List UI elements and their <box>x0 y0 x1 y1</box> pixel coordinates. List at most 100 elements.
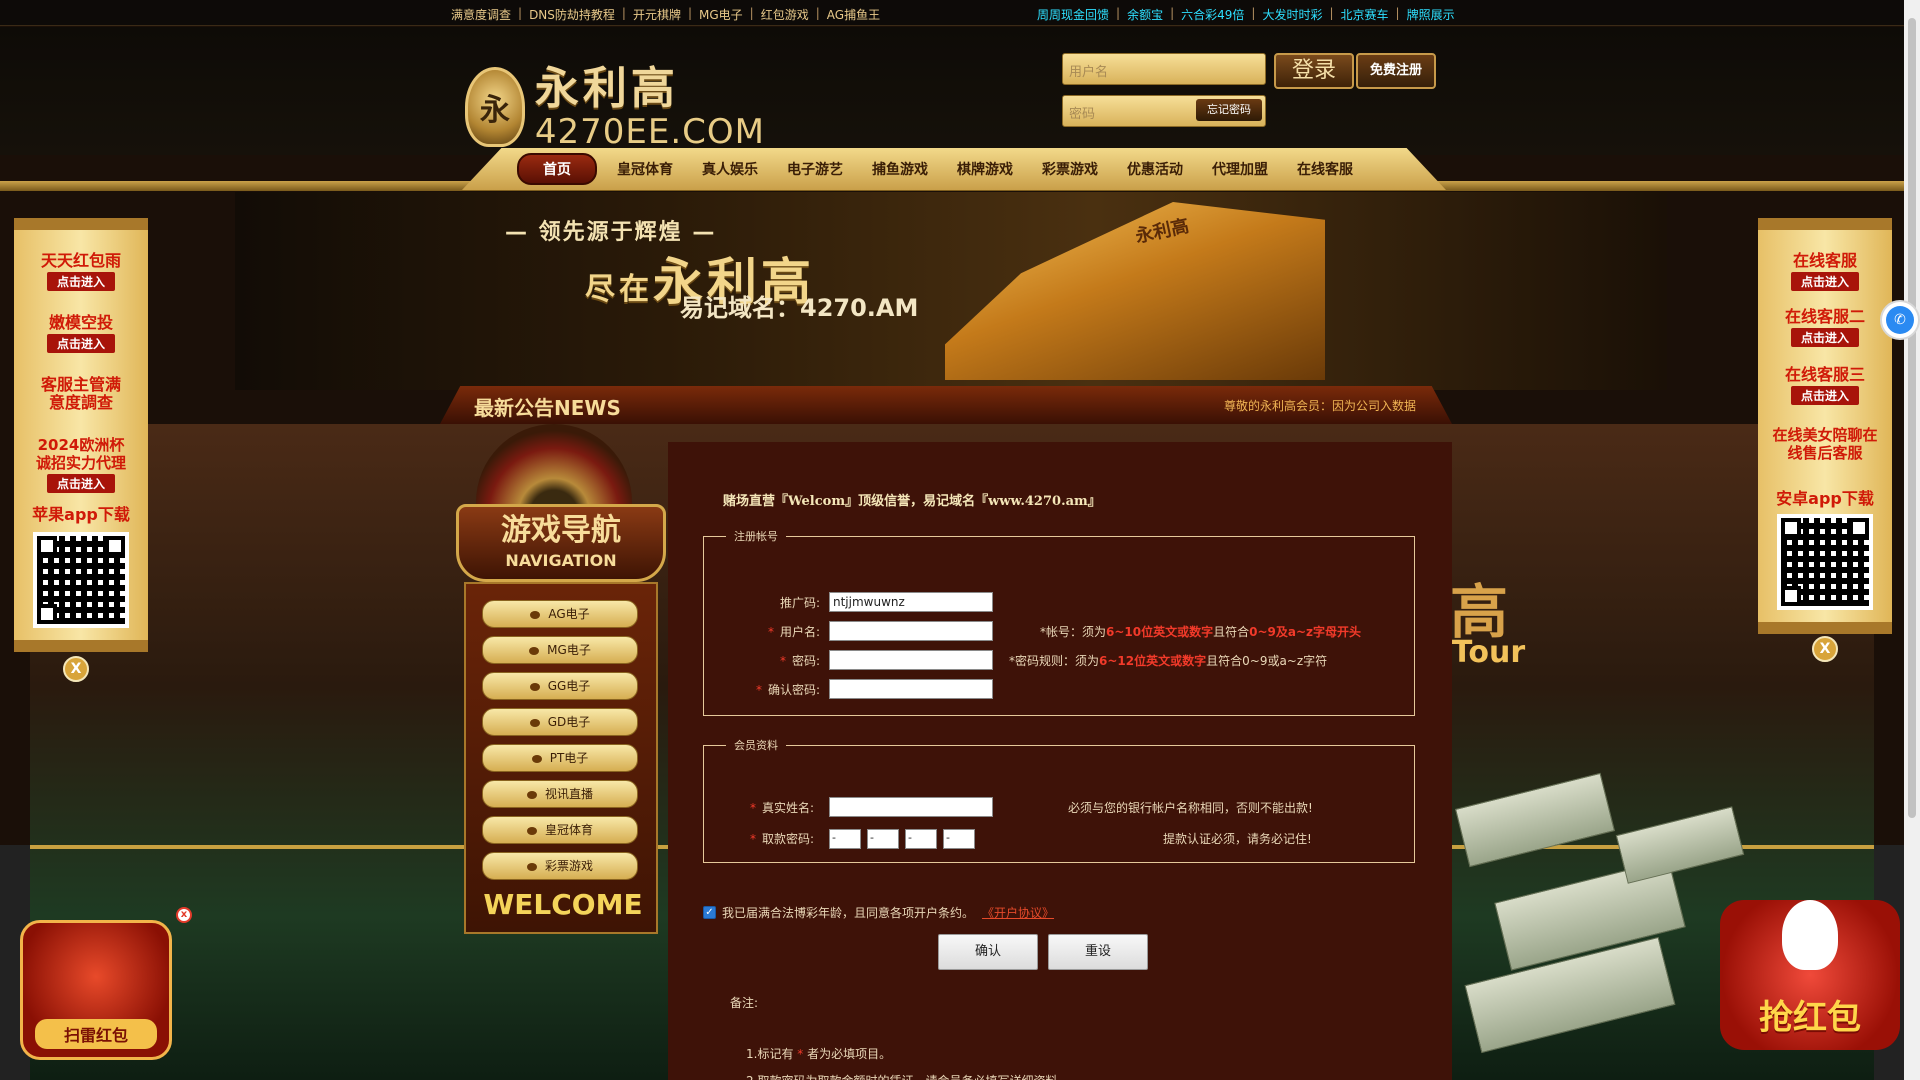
left-item-button[interactable]: 点击进入 <box>46 474 115 493</box>
right-banner-close-icon[interactable]: X <box>1812 636 1838 662</box>
scrollbar-thumb[interactable] <box>1908 18 1916 818</box>
separator: | <box>621 6 626 20</box>
nav-item-home[interactable]: 首页 <box>517 153 597 185</box>
realname-label-text: 真实姓名: <box>762 801 815 815</box>
username-label: * 用户名: <box>768 623 820 640</box>
withdraw-pin-select-1[interactable]: - <box>829 829 861 849</box>
right-item-support-1[interactable]: 在线客服 点击进入 <box>1758 252 1892 291</box>
password-input[interactable] <box>829 650 993 670</box>
withdraw-pin-select-4[interactable]: - <box>943 829 975 849</box>
page-scrollbar[interactable] <box>1904 0 1920 1080</box>
nav-item-support[interactable]: 在线客服 <box>1297 159 1353 179</box>
required-mark: * <box>797 1047 804 1061</box>
username-input[interactable] <box>829 621 993 641</box>
separator: | <box>1116 6 1121 20</box>
game-nav-mg[interactable]: MG电子 <box>482 636 638 664</box>
top-link-yuebao[interactable]: 余额宝 <box>1127 6 1163 23</box>
news-ticker[interactable]: 尊敬的永利高会员：因为公司入数据 <box>1224 397 1416 414</box>
rabbit-icon <box>1782 900 1838 970</box>
top-link-lottery49[interactable]: 六合彩49倍 <box>1181 6 1244 23</box>
nav-item-agent[interactable]: 代理加盟 <box>1212 159 1268 179</box>
left-item-redpack-rain[interactable]: 天天红包雨 点击进入 <box>14 252 148 291</box>
logo-emblem-icon: 永 <box>465 67 525 147</box>
withdraw-pin-select-3[interactable]: - <box>905 829 937 849</box>
right-item-after-sales[interactable]: 在线美女陪聊在线售后客服 <box>1758 426 1892 462</box>
top-link-beijing-racing[interactable]: 北京赛车 <box>1341 6 1389 23</box>
header: 永 永利高 4270EE.COM 用户名 密码 忘记密码 登录 免费注册 <box>0 27 1904 155</box>
left-item-airdrop[interactable]: 嫩模空投 点击进入 <box>14 314 148 353</box>
confirm-password-input[interactable] <box>829 679 993 699</box>
game-nav-live[interactable]: 视讯直播 <box>482 780 638 808</box>
top-link-dafa[interactable]: 大发时时彩 <box>1262 6 1322 23</box>
login-username-input[interactable]: 用户名 <box>1062 53 1266 85</box>
left-item-button[interactable]: 点击进入 <box>46 272 115 291</box>
password-label-text: 密码: <box>792 654 821 668</box>
right-item-support-2[interactable]: 在线客服二 点击进入 <box>1758 308 1892 347</box>
username-label-text: 用户名: <box>780 625 821 639</box>
game-nav-sports[interactable]: 皇冠体育 <box>482 816 638 844</box>
top-link-survey[interactable]: 满意度调查 <box>451 6 511 23</box>
nav-item-live-casino[interactable]: 真人娱乐 <box>702 159 758 179</box>
nav-item-lottery[interactable]: 彩票游戏 <box>1042 159 1098 179</box>
right-item-button[interactable]: 点击进入 <box>1790 386 1859 405</box>
welcome-text: WELCOME <box>483 888 643 921</box>
password-label: * 密码: <box>780 652 820 669</box>
minesweeper-redpack[interactable]: 扫雷红包 <box>20 920 172 1060</box>
top-link-dns[interactable]: DNS防劫持教程 <box>529 6 615 23</box>
referral-input[interactable] <box>829 592 993 612</box>
separator: | <box>518 6 523 20</box>
right-item-label: 在线客服二 <box>1784 307 1865 326</box>
terms-link[interactable]: 《开户协议》 <box>982 904 1054 921</box>
top-link-redpack[interactable]: 红包游戏 <box>761 6 809 23</box>
game-nav-gg[interactable]: GG电子 <box>482 672 638 700</box>
grab-redpack[interactable]: 抢红包 <box>1720 900 1900 1050</box>
top-links-right: 周周现金回馈 | 余额宝 | 六合彩49倍 | 大发时时彩 | 北京赛车 | 牌照展示 <box>1037 6 1455 23</box>
separator: | <box>1395 6 1400 20</box>
hero-banner[interactable]: — 领先源于辉煌 — 尽在永利高 易记域名：4270.AM 永利高 <box>235 192 1667 390</box>
required-mark: * <box>756 683 762 697</box>
left-banner-close-icon[interactable]: X <box>63 656 89 682</box>
top-bar: 满意度调查 | DNS防劫持教程 | 开元棋牌 | MG电子 | 红包游戏 | AG捕鱼王… <box>0 0 1904 26</box>
top-link-cashback[interactable]: 周周现金回馈 <box>1037 6 1109 23</box>
banner-domain: 易记域名：4270.AM <box>680 294 919 322</box>
right-item-support-3[interactable]: 在线客服三 点击进入 <box>1758 366 1892 405</box>
wechat-icon[interactable]: ✆ <box>1880 300 1920 340</box>
right-item-button[interactable]: 点击进入 <box>1790 328 1859 347</box>
separator: | <box>1170 6 1175 20</box>
main-nav: 首页 皇冠体育 真人娱乐 电子游艺 捕鱼游戏 棋牌游戏 彩票游戏 优惠活动 代理… <box>462 148 1446 190</box>
left-redpack-close-icon[interactable]: x <box>176 907 192 923</box>
top-link-ag-fish[interactable]: AG捕鱼王 <box>827 6 880 23</box>
left-side-banner: 天天红包雨 点击进入 嫩模空投 点击进入 客服主管满意度調查 2024欧洲杯诚招… <box>14 218 148 652</box>
notes-title: 备注: <box>730 996 759 1010</box>
left-item-euro-agent[interactable]: 2024欧洲杯诚招实力代理 点击进入 <box>14 436 148 493</box>
agree-checkbox[interactable]: ✓ <box>703 906 716 919</box>
forgot-password-button[interactable]: 忘记密码 <box>1196 99 1262 121</box>
game-nav-subtitle: NAVIGATION <box>505 551 617 570</box>
reset-button[interactable]: 重设 <box>1048 934 1148 970</box>
register-button[interactable]: 免费注册 <box>1356 53 1436 89</box>
nav-item-chess[interactable]: 棋牌游戏 <box>957 159 1013 179</box>
login-button[interactable]: 登录 <box>1274 53 1354 89</box>
withdraw-pin-select-2[interactable]: - <box>867 829 899 849</box>
game-nav-lottery[interactable]: 彩票游戏 <box>482 852 638 880</box>
left-item-button[interactable]: 点击进入 <box>46 334 115 353</box>
left-item-label: 2024欧洲杯诚招实力代理 <box>35 436 126 472</box>
top-link-mg[interactable]: MG电子 <box>699 6 743 23</box>
top-link-kaiyuan[interactable]: 开元棋牌 <box>633 6 681 23</box>
confirm-button[interactable]: 确认 <box>938 934 1038 970</box>
site-logo[interactable]: 永 永利高 4270EE.COM <box>465 53 765 161</box>
game-nav-pt[interactable]: PT电子 <box>482 744 638 772</box>
nav-item-promotions[interactable]: 优惠活动 <box>1127 159 1183 179</box>
password-hint: *密码规则：须为6~12位英文或数字且符合0~9或a~z字符 <box>1009 652 1327 669</box>
nav-item-fishing[interactable]: 捕鱼游戏 <box>872 159 928 179</box>
nav-item-slots[interactable]: 电子游艺 <box>787 159 843 179</box>
game-nav-gd[interactable]: GD电子 <box>482 708 638 736</box>
referral-label: 推广码: <box>780 596 821 610</box>
left-item-survey[interactable]: 客服主管满意度調查 <box>14 376 148 412</box>
realname-input[interactable] <box>829 797 993 817</box>
game-nav-ag[interactable]: AG电子 <box>482 600 638 628</box>
nav-item-crown-sports[interactable]: 皇冠体育 <box>617 159 673 179</box>
right-item-button[interactable]: 点击进入 <box>1790 272 1859 291</box>
top-link-license[interactable]: 牌照展示 <box>1407 6 1455 23</box>
news-title: 最新公告NEWS <box>474 396 621 420</box>
